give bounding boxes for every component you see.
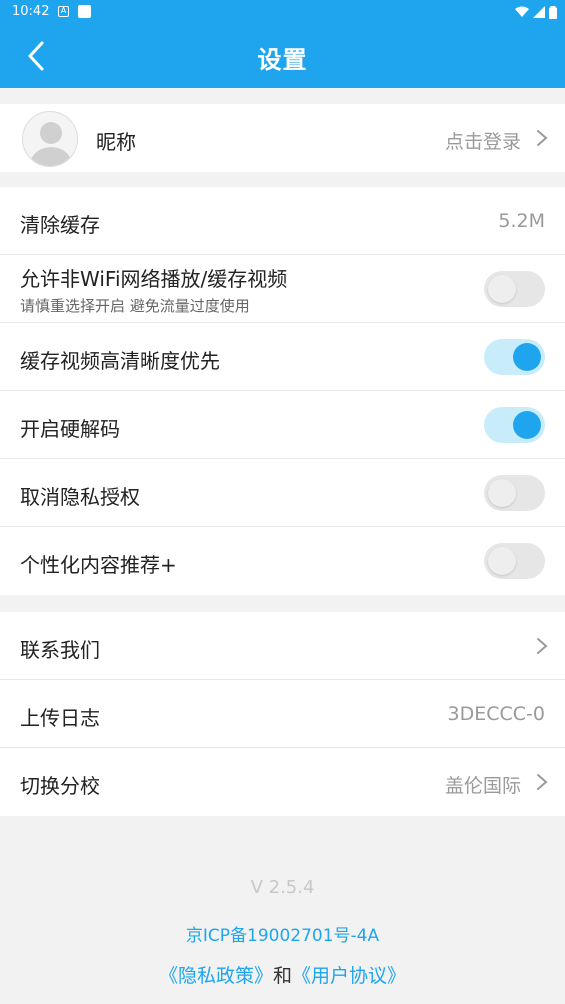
chevron-right-icon	[537, 638, 548, 654]
cache-size-value: 5.2M	[498, 210, 545, 232]
switch-campus-label: 切换分校	[20, 774, 100, 798]
toggle-knob	[513, 343, 541, 371]
hw-decode-label: 开启硬解码	[20, 417, 120, 441]
app-version: V 2.5.4	[250, 877, 315, 898]
clear-cache-row[interactable]: 清除缓存 5.2M	[0, 187, 565, 255]
hd-cache-row: 缓存视频高清晰度优先	[0, 323, 565, 391]
privacy-revoke-label: 取消隐私授权	[20, 485, 140, 509]
personalized-label: 个性化内容推荐+	[20, 553, 177, 577]
privacy-revoke-row: 取消隐私授权	[0, 459, 565, 527]
legal-links: 《隐私政策》和《用户协议》	[0, 961, 565, 988]
app-bar: 设置	[0, 24, 565, 88]
contact-row[interactable]: 联系我们	[0, 612, 565, 680]
switch-campus-row[interactable]: 切换分校 盖伦国际	[0, 748, 565, 816]
default-avatar-icon	[29, 122, 73, 166]
misc-section: 联系我们 上传日志 3DECCC-0 切换分校 盖伦国际	[0, 612, 565, 816]
hw-decode-toggle[interactable]	[484, 407, 545, 443]
upload-log-label: 上传日志	[20, 706, 100, 730]
status-time: 10:42	[12, 4, 50, 19]
chevron-right-icon	[537, 130, 548, 146]
clear-cache-label: 清除缓存	[20, 213, 100, 237]
profile-row[interactable]: 昵称 点击登录	[0, 104, 565, 172]
hd-cache-toggle[interactable]	[484, 339, 545, 375]
personalized-toggle[interactable]	[484, 543, 545, 579]
notification-square-icon	[78, 5, 91, 18]
icp-link[interactable]: 京ICP备19002701号-4A	[0, 921, 565, 946]
notification-a-icon: A	[58, 6, 69, 17]
nickname-label: 昵称	[96, 130, 136, 154]
non-wifi-toggle[interactable]	[484, 271, 545, 307]
non-wifi-hint: 请慎重选择开启 避免流量过度使用	[20, 297, 250, 315]
and-text: 和	[272, 965, 292, 987]
status-bar: 10:42 A	[0, 0, 565, 24]
toggle-knob	[488, 479, 516, 507]
contact-label: 联系我们	[20, 638, 100, 662]
avatar	[22, 111, 78, 167]
wifi-icon	[515, 6, 529, 17]
page-title: 设置	[257, 46, 308, 74]
chevron-right-icon	[537, 774, 548, 790]
non-wifi-label: 允许非WiFi网络播放/缓存视频	[20, 267, 288, 291]
toggle-knob	[513, 411, 541, 439]
hw-decode-row: 开启硬解码	[0, 391, 565, 459]
non-wifi-row: 允许非WiFi网络播放/缓存视频 请慎重选择开启 避免流量过度使用	[0, 255, 565, 323]
user-agreement-link[interactable]: 《用户协议》	[292, 965, 406, 987]
login-prompt[interactable]: 点击登录	[445, 127, 521, 154]
log-id-value: 3DECCC-0	[447, 703, 545, 725]
hd-cache-label: 缓存视频高清晰度优先	[20, 349, 220, 373]
campus-value: 盖伦国际	[444, 775, 521, 797]
personalized-row: 个性化内容推荐+	[0, 527, 565, 595]
toggle-knob	[488, 275, 516, 303]
profile-section: 昵称 点击登录	[0, 104, 565, 172]
toggle-knob	[488, 547, 516, 575]
battery-icon	[549, 5, 557, 19]
privacy-policy-link[interactable]: 《隐私政策》	[159, 965, 273, 987]
settings-section: 清除缓存 5.2M 允许非WiFi网络播放/缓存视频 请慎重选择开启 避免流量过…	[0, 187, 565, 595]
privacy-revoke-toggle[interactable]	[484, 475, 545, 511]
signal-icon	[533, 6, 545, 18]
upload-log-row[interactable]: 上传日志 3DECCC-0	[0, 680, 565, 748]
